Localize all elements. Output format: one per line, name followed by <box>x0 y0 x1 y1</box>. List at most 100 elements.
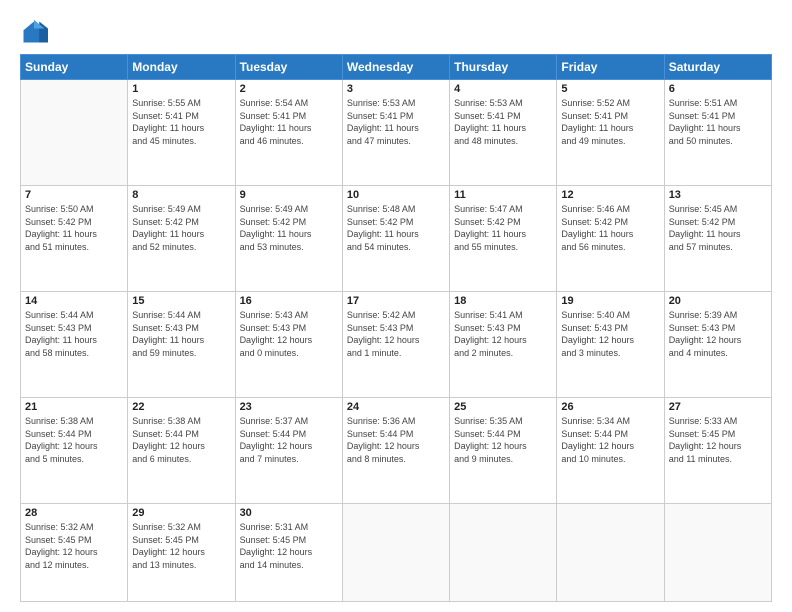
day-info: Sunrise: 5:40 AM Sunset: 5:43 PM Dayligh… <box>561 309 659 359</box>
day-cell: 3 Sunrise: 5:53 AM Sunset: 5:41 PM Daylig… <box>342 80 449 186</box>
day-number: 2 <box>240 83 338 95</box>
day-number: 27 <box>669 401 767 413</box>
day-info: Sunrise: 5:38 AM Sunset: 5:44 PM Dayligh… <box>132 415 230 465</box>
day-info: Sunrise: 5:52 AM Sunset: 5:41 PM Dayligh… <box>561 97 659 147</box>
day-number: 20 <box>669 295 767 307</box>
day-number: 13 <box>669 189 767 201</box>
day-cell: 10Sunrise: 5:48 AM Sunset: 5:42 PM Dayli… <box>342 186 449 292</box>
day-cell: 29 Sunrise: 5:32 AM Sunset: 5:45 PM Dayli… <box>128 504 235 602</box>
day-number: 5 <box>561 83 659 95</box>
day-cell: 24 Sunrise: 5:36 AM Sunset: 5:44 PM Dayli… <box>342 398 449 504</box>
day-info: Sunrise: 5:36 AM Sunset: 5:44 PM Dayligh… <box>347 415 445 465</box>
day-cell: 23 Sunrise: 5:37 AM Sunset: 5:44 PM Dayli… <box>235 398 342 504</box>
day-cell: 8Sunrise: 5:49 AM Sunset: 5:42 PM Daylig… <box>128 186 235 292</box>
day-number: 9 <box>240 189 338 201</box>
day-number: 26 <box>561 401 659 413</box>
day-cell <box>21 80 128 186</box>
day-number: 6 <box>669 83 767 95</box>
day-cell: 13 Sunrise: 5:45 AM Sunset: 5:42 PM Dayli… <box>664 186 771 292</box>
day-cell: 14 Sunrise: 5:44 AM Sunset: 5:43 PM Dayli… <box>21 292 128 398</box>
day-cell: 30 Sunrise: 5:31 AM Sunset: 5:45 PM Dayli… <box>235 504 342 602</box>
day-cell: 17 Sunrise: 5:42 AM Sunset: 5:43 PM Dayli… <box>342 292 449 398</box>
day-number: 14 <box>25 295 123 307</box>
week-row: 21 Sunrise: 5:38 AM Sunset: 5:44 PM Dayli… <box>21 398 772 504</box>
day-info: Sunrise: 5:39 AM Sunset: 5:43 PM Dayligh… <box>669 309 767 359</box>
day-number: 7 <box>25 189 123 201</box>
week-row: 14 Sunrise: 5:44 AM Sunset: 5:43 PM Dayli… <box>21 292 772 398</box>
page: SundayMondayTuesdayWednesdayThursdayFrid… <box>0 0 792 612</box>
weekday-header: Monday <box>128 55 235 80</box>
day-cell: 25 Sunrise: 5:35 AM Sunset: 5:44 PM Dayli… <box>450 398 557 504</box>
day-number: 22 <box>132 401 230 413</box>
weekday-header: Friday <box>557 55 664 80</box>
day-info: Sunrise: 5:53 AM Sunset: 5:41 PM Dayligh… <box>454 97 552 147</box>
day-info: Sunrise: 5:33 AM Sunset: 5:45 PM Dayligh… <box>669 415 767 465</box>
day-cell: 5 Sunrise: 5:52 AM Sunset: 5:41 PM Daylig… <box>557 80 664 186</box>
day-number: 8 <box>132 189 230 201</box>
day-info: Sunrise: 5:32 AM Sunset: 5:45 PM Dayligh… <box>25 521 123 571</box>
day-number: 17 <box>347 295 445 307</box>
day-number: 11 <box>454 189 552 201</box>
day-cell: 22 Sunrise: 5:38 AM Sunset: 5:44 PM Dayli… <box>128 398 235 504</box>
day-info: Sunrise: 5:37 AM Sunset: 5:44 PM Dayligh… <box>240 415 338 465</box>
day-cell: 20 Sunrise: 5:39 AM Sunset: 5:43 PM Dayli… <box>664 292 771 398</box>
logo <box>20 18 52 46</box>
day-cell <box>450 504 557 602</box>
day-info: Sunrise: 5:35 AM Sunset: 5:44 PM Dayligh… <box>454 415 552 465</box>
day-cell: 16Sunrise: 5:43 AM Sunset: 5:43 PM Dayli… <box>235 292 342 398</box>
day-number: 24 <box>347 401 445 413</box>
weekday-header: Saturday <box>664 55 771 80</box>
weekday-header: Wednesday <box>342 55 449 80</box>
day-info: Sunrise: 5:42 AM Sunset: 5:43 PM Dayligh… <box>347 309 445 359</box>
day-number: 1 <box>132 83 230 95</box>
day-info: Sunrise: 5:49 AM Sunset: 5:42 PM Dayligh… <box>240 203 338 253</box>
day-cell: 21Sunrise: 5:38 AM Sunset: 5:44 PM Dayli… <box>21 398 128 504</box>
day-info: Sunrise: 5:34 AM Sunset: 5:44 PM Dayligh… <box>561 415 659 465</box>
day-cell: 12 Sunrise: 5:46 AM Sunset: 5:42 PM Dayli… <box>557 186 664 292</box>
day-number: 12 <box>561 189 659 201</box>
logo-icon <box>20 18 48 46</box>
day-info: Sunrise: 5:51 AM Sunset: 5:41 PM Dayligh… <box>669 97 767 147</box>
day-cell: 4 Sunrise: 5:53 AM Sunset: 5:41 PM Daylig… <box>450 80 557 186</box>
day-number: 30 <box>240 507 338 519</box>
day-cell: 15 Sunrise: 5:44 AM Sunset: 5:43 PM Dayli… <box>128 292 235 398</box>
day-number: 25 <box>454 401 552 413</box>
day-info: Sunrise: 5:43 AM Sunset: 5:43 PM Dayligh… <box>240 309 338 359</box>
day-info: Sunrise: 5:44 AM Sunset: 5:43 PM Dayligh… <box>25 309 123 359</box>
day-cell <box>557 504 664 602</box>
day-cell <box>342 504 449 602</box>
weekday-header: Thursday <box>450 55 557 80</box>
weekday-header-row: SundayMondayTuesdayWednesdayThursdayFrid… <box>21 55 772 80</box>
day-info: Sunrise: 5:31 AM Sunset: 5:45 PM Dayligh… <box>240 521 338 571</box>
day-number: 10 <box>347 189 445 201</box>
header <box>20 18 772 46</box>
day-number: 23 <box>240 401 338 413</box>
day-number: 28 <box>25 507 123 519</box>
day-info: Sunrise: 5:54 AM Sunset: 5:41 PM Dayligh… <box>240 97 338 147</box>
day-number: 21 <box>25 401 123 413</box>
day-cell: 18 Sunrise: 5:41 AM Sunset: 5:43 PM Dayli… <box>450 292 557 398</box>
day-info: Sunrise: 5:50 AM Sunset: 5:42 PM Dayligh… <box>25 203 123 253</box>
day-number: 29 <box>132 507 230 519</box>
day-cell: 9 Sunrise: 5:49 AM Sunset: 5:42 PM Daylig… <box>235 186 342 292</box>
day-info: Sunrise: 5:46 AM Sunset: 5:42 PM Dayligh… <box>561 203 659 253</box>
week-row: 1Sunrise: 5:55 AM Sunset: 5:41 PM Daylig… <box>21 80 772 186</box>
day-cell <box>664 504 771 602</box>
day-cell: 19Sunrise: 5:40 AM Sunset: 5:43 PM Dayli… <box>557 292 664 398</box>
day-info: Sunrise: 5:45 AM Sunset: 5:42 PM Dayligh… <box>669 203 767 253</box>
day-cell: 26 Sunrise: 5:34 AM Sunset: 5:44 PM Dayli… <box>557 398 664 504</box>
day-number: 3 <box>347 83 445 95</box>
day-number: 18 <box>454 295 552 307</box>
day-number: 4 <box>454 83 552 95</box>
day-info: Sunrise: 5:32 AM Sunset: 5:45 PM Dayligh… <box>132 521 230 571</box>
day-cell: 2 Sunrise: 5:54 AM Sunset: 5:41 PM Daylig… <box>235 80 342 186</box>
day-cell: 27 Sunrise: 5:33 AM Sunset: 5:45 PM Dayli… <box>664 398 771 504</box>
day-info: Sunrise: 5:41 AM Sunset: 5:43 PM Dayligh… <box>454 309 552 359</box>
weekday-header: Sunday <box>21 55 128 80</box>
day-cell: 6 Sunrise: 5:51 AM Sunset: 5:41 PM Daylig… <box>664 80 771 186</box>
day-number: 15 <box>132 295 230 307</box>
day-info: Sunrise: 5:53 AM Sunset: 5:41 PM Dayligh… <box>347 97 445 147</box>
day-info: Sunrise: 5:47 AM Sunset: 5:42 PM Dayligh… <box>454 203 552 253</box>
day-info: Sunrise: 5:44 AM Sunset: 5:43 PM Dayligh… <box>132 309 230 359</box>
day-cell: 11 Sunrise: 5:47 AM Sunset: 5:42 PM Dayli… <box>450 186 557 292</box>
